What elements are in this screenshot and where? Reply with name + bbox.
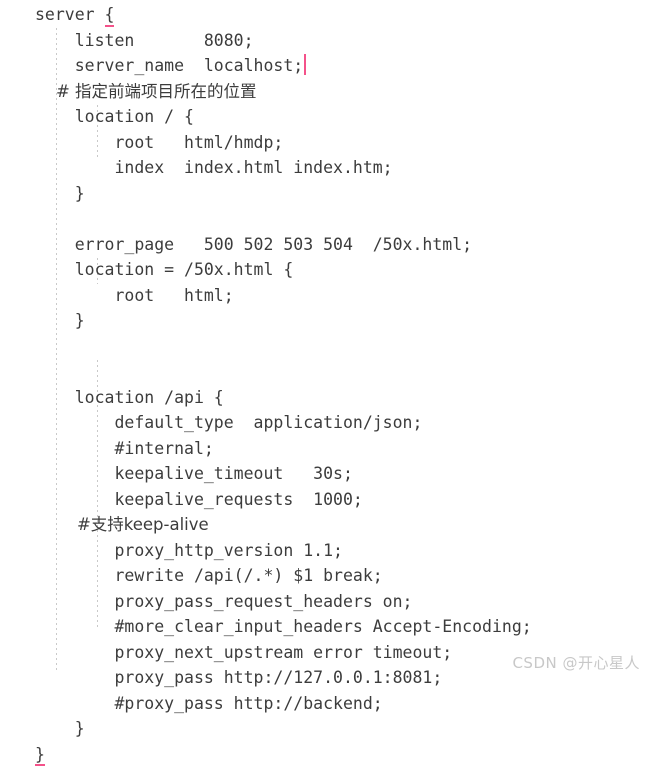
- code-line: index index.html index.htm;: [35, 155, 656, 181]
- code-line: keepalive_requests 1000;: [35, 487, 656, 513]
- code-line: location / {: [35, 104, 656, 130]
- code-text-server-name: server_name localhost;: [35, 56, 303, 75]
- matched-open-brace: {: [105, 2, 115, 28]
- csdn-watermark: CSDN @开心星人: [512, 652, 640, 673]
- code-line: root html/hmdp;: [35, 130, 656, 156]
- code-line: location = /50x.html {: [35, 257, 656, 283]
- code-line: }: [35, 742, 656, 767]
- code-line: rewrite /api(/.*) $1 break;: [35, 563, 656, 589]
- code-line-comment: # 指定前端项目所在的位置: [35, 79, 656, 105]
- code-line-blank: [35, 206, 656, 232]
- code-line-comment: #proxy_pass http://backend;: [35, 691, 656, 717]
- code-line: listen 8080;: [35, 28, 656, 54]
- code-text-server: server: [35, 5, 105, 24]
- matched-close-brace: }: [35, 742, 45, 767]
- code-line: proxy_pass_request_headers on;: [35, 589, 656, 615]
- code-editor[interactable]: server { listen 8080; server_name localh…: [0, 0, 656, 689]
- code-line-comment: #more_clear_input_headers Accept-Encodin…: [35, 614, 656, 640]
- code-line: default_type application/json;: [35, 410, 656, 436]
- code-line: }: [35, 308, 656, 334]
- code-line: server {: [35, 2, 656, 28]
- code-line: root html;: [35, 283, 656, 309]
- code-line: location /api {: [35, 385, 656, 411]
- code-line: }: [35, 181, 656, 207]
- code-line-blank: [35, 334, 656, 360]
- code-line: }: [35, 716, 656, 742]
- code-line: proxy_http_version 1.1;: [35, 538, 656, 564]
- text-caret: [304, 54, 306, 75]
- code-line-blank: [35, 359, 656, 385]
- code-line: error_page 500 502 503 504 /50x.html;: [35, 232, 656, 258]
- code-line-comment: #支持keep-alive: [35, 512, 656, 538]
- code-line-comment: #internal;: [35, 436, 656, 462]
- code-line: server_name localhost;: [35, 53, 656, 79]
- code-line: keepalive_timeout 30s;: [35, 461, 656, 487]
